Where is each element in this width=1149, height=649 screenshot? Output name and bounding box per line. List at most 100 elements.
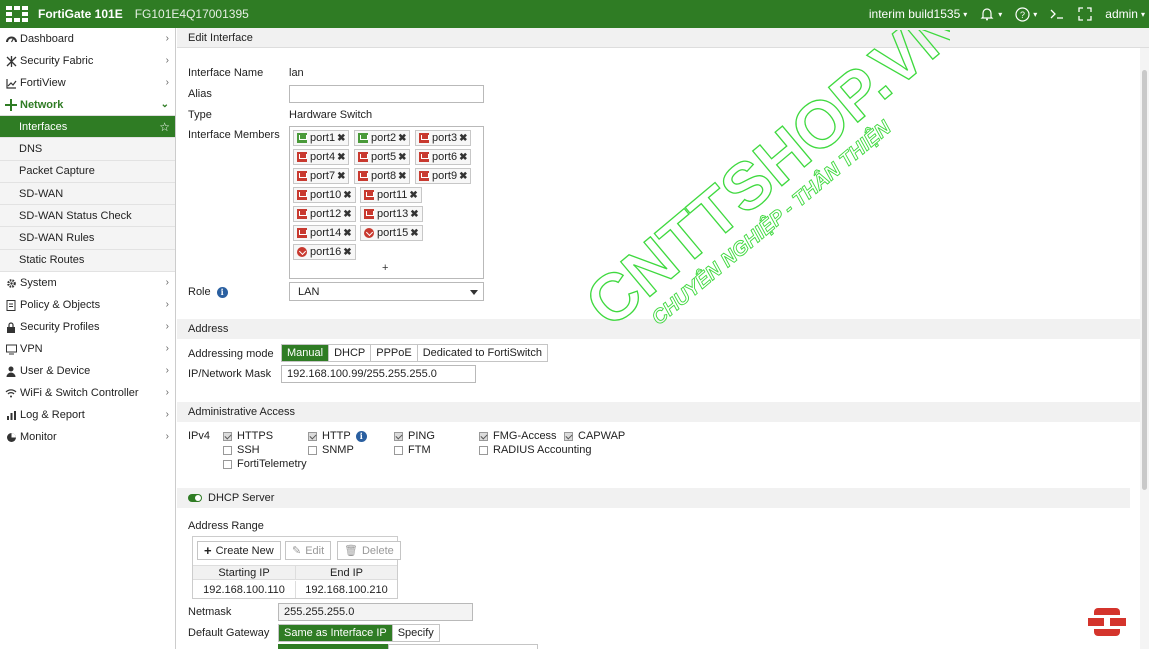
sidebar-item-network[interactable]: Network ⌄ (0, 94, 175, 116)
star-icon[interactable]: ☆ (159, 120, 170, 134)
sidebar-item-security-profiles[interactable]: Security Profiles › (0, 316, 175, 338)
sidebar-item-sd-wan-status-check[interactable]: SD-WAN Status Check (0, 205, 175, 228)
member-chip[interactable]: port16 ✖ (293, 244, 356, 260)
ping-checkbox[interactable]: PING (394, 430, 435, 442)
port-icon (419, 171, 429, 181)
dhcp-server-toggle[interactable] (188, 494, 202, 502)
notifications-button[interactable]: ▾ (979, 6, 1002, 22)
info-icon[interactable]: i (355, 430, 367, 442)
member-chip[interactable]: port6 ✖ (415, 149, 472, 165)
mode-pppoe-button[interactable]: PPPoE (371, 345, 418, 361)
build-menu[interactable]: interim build1535 ▾ (869, 7, 967, 21)
member-chip[interactable]: port1 ✖ (293, 130, 350, 146)
member-chip[interactable]: port14 ✖ (293, 225, 356, 241)
capwap-checkbox[interactable]: CAPWAP (564, 430, 625, 442)
https-checkbox[interactable]: HTTPS (223, 430, 273, 442)
scrollbar-thumb[interactable] (1142, 70, 1147, 490)
remove-member-icon[interactable]: ✖ (459, 133, 467, 144)
radius-accounting-checkbox[interactable]: RADIUS Accounting (479, 444, 591, 456)
member-chip[interactable]: port3 ✖ (415, 130, 472, 146)
sidebar-item-dns[interactable]: DNS (0, 138, 175, 161)
member-chip[interactable]: port9 ✖ (415, 168, 472, 184)
range-end-cell[interactable]: 192.168.100.210 (296, 581, 397, 598)
gateway-specify-button[interactable]: Specify (392, 625, 439, 641)
help-button[interactable]: ? ▾ (1014, 6, 1037, 22)
remove-member-icon[interactable]: ✖ (398, 152, 406, 163)
member-chip[interactable]: port13 ✖ (360, 206, 423, 222)
sidebar-item-dashboard[interactable]: Dashboard › (0, 28, 175, 50)
ip-mask-input[interactable]: 192.168.100.99/255.255.255.0 (281, 365, 476, 383)
remove-member-icon[interactable]: ✖ (337, 133, 345, 144)
remove-member-icon[interactable]: ✖ (343, 190, 351, 201)
remove-member-icon[interactable]: ✖ (459, 171, 467, 182)
fortinet-fab-icon[interactable] (1088, 608, 1126, 636)
remove-member-icon[interactable]: ✖ (398, 171, 406, 182)
member-chip[interactable]: port8 ✖ (354, 168, 411, 184)
sidebar-item-monitor[interactable]: Monitor › (0, 426, 175, 448)
cli-console-button[interactable] (1049, 6, 1065, 22)
remove-member-icon[interactable]: ✖ (410, 209, 418, 220)
member-chip[interactable]: port12 ✖ (293, 206, 356, 222)
member-chip[interactable]: port5 ✖ (354, 149, 411, 165)
create-new-label: Create New (215, 544, 274, 557)
netmask-input[interactable]: 255.255.255.0 (278, 603, 473, 621)
member-chip[interactable]: port10 ✖ (293, 187, 356, 203)
remove-member-icon[interactable]: ✖ (337, 171, 345, 182)
ssh-checkbox[interactable]: SSH (223, 444, 260, 456)
sidebar-item-log-report[interactable]: Log & Report › (0, 404, 175, 426)
sidebar-item-interfaces[interactable]: Interfaces ☆ (0, 116, 175, 139)
remove-member-icon[interactable]: ✖ (337, 152, 345, 163)
member-chip[interactable]: port7 ✖ (293, 168, 350, 184)
member-chip[interactable]: port4 ✖ (293, 149, 350, 165)
fortitelemetry-checkbox[interactable]: FortiTelemetry (223, 458, 307, 470)
mode-fortiswitch-button[interactable]: Dedicated to FortiSwitch (417, 345, 547, 361)
next-row-selector-partial[interactable] (278, 644, 388, 649)
mode-manual-button[interactable]: Manual (282, 345, 330, 361)
vertical-scrollbar[interactable] (1140, 48, 1149, 649)
sidebar-item-label: Packet Capture (19, 165, 95, 178)
range-start-cell[interactable]: 192.168.100.110 (193, 581, 296, 598)
sidebar-item-fortiview[interactable]: FortiView › (0, 72, 175, 94)
sidebar-item-user-device[interactable]: User & Device › (0, 360, 175, 382)
ftm-checkbox[interactable]: FTM (394, 444, 431, 456)
sidebar-item-sd-wan-rules[interactable]: SD-WAN Rules (0, 227, 175, 250)
column-header-starting-ip[interactable]: Starting IP (193, 565, 296, 580)
column-header-end-ip[interactable]: End IP (296, 565, 397, 580)
member-chip[interactable]: port11 ✖ (360, 187, 422, 203)
remove-member-icon[interactable]: ✖ (409, 190, 417, 201)
sidebar-item-wifi-switch[interactable]: WiFi & Switch Controller › (0, 382, 175, 404)
interface-members-box[interactable]: port1 ✖ port2 ✖ port3 ✖ port4 ✖ port5 ✖ port6 ✖ port… (289, 126, 484, 279)
create-new-button[interactable]: + Create New (197, 541, 281, 560)
sidebar-item-label: VPN (20, 343, 43, 356)
remove-member-icon[interactable]: ✖ (398, 133, 406, 144)
role-select[interactable]: LAN (289, 282, 484, 301)
user-menu[interactable]: admin ▾ (1105, 7, 1145, 21)
sidebar-item-packet-capture[interactable]: Packet Capture (0, 160, 175, 183)
delete-button[interactable]: 🗑 Delete (337, 541, 401, 560)
mode-dhcp-button[interactable]: DHCP (329, 345, 372, 361)
remove-member-icon[interactable]: ✖ (343, 209, 351, 220)
member-chip[interactable]: port2 ✖ (354, 130, 411, 146)
sidebar-item-system[interactable]: System › (0, 272, 175, 294)
remove-member-icon[interactable]: ✖ (343, 247, 351, 258)
remove-member-icon[interactable]: ✖ (459, 152, 467, 163)
http-checkbox[interactable]: HTTP i (308, 430, 367, 442)
info-icon[interactable]: i (216, 286, 228, 298)
fmg-access-checkbox[interactable]: FMG-Access (479, 430, 557, 442)
member-chip-label: port9 (432, 170, 458, 182)
snmp-checkbox[interactable]: SNMP (308, 444, 354, 456)
alias-input[interactable] (289, 85, 484, 103)
sidebar-item-sd-wan[interactable]: SD-WAN (0, 182, 175, 206)
next-row-selector-partial-2[interactable] (388, 644, 538, 649)
fullscreen-button[interactable] (1077, 6, 1093, 22)
add-member-button[interactable]: + (382, 262, 388, 274)
gateway-same-as-interface-button[interactable]: Same as Interface IP (279, 625, 393, 641)
sidebar-item-policy-objects[interactable]: Policy & Objects › (0, 294, 175, 316)
remove-member-icon[interactable]: ✖ (343, 228, 351, 239)
sidebar-item-security-fabric[interactable]: Security Fabric › (0, 50, 175, 72)
member-chip[interactable]: port15 ✖ (360, 225, 423, 241)
sidebar-item-vpn[interactable]: VPN › (0, 338, 175, 360)
remove-member-icon[interactable]: ✖ (410, 228, 418, 239)
edit-button[interactable]: ✎ Edit (285, 541, 332, 560)
sidebar-item-static-routes[interactable]: Static Routes (0, 249, 175, 273)
